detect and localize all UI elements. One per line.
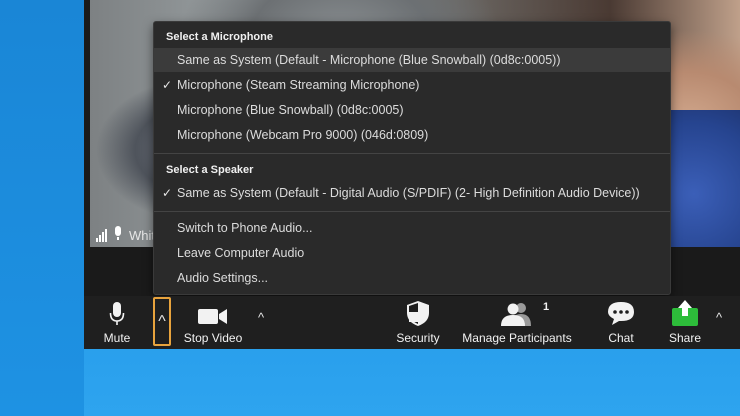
share-screen-icon bbox=[672, 296, 698, 326]
audio-options-menu: Select a Microphone Same as System (Defa… bbox=[153, 21, 671, 295]
menu-item-mic-same-as-system[interactable]: Same as System (Default - Microphone (Bl… bbox=[154, 48, 670, 72]
menu-item-label: Leave Computer Audio bbox=[177, 246, 305, 260]
video-options-caret-button[interactable]: ^ bbox=[258, 310, 264, 325]
checkmark-icon: ✓ bbox=[162, 78, 173, 92]
menu-divider bbox=[154, 153, 670, 154]
chat-label: Chat bbox=[608, 331, 634, 345]
menu-item-mic-blue-snowball[interactable]: Microphone (Blue Snowball) (0d8c:0005) bbox=[154, 98, 670, 122]
menu-item-audio-settings[interactable]: Audio Settings... bbox=[154, 266, 670, 290]
menu-item-leave-computer-audio[interactable]: Leave Computer Audio bbox=[154, 241, 670, 265]
manage-participants-button[interactable]: Manage Participants bbox=[461, 296, 573, 349]
desktop-background bbox=[0, 0, 84, 416]
menu-divider bbox=[154, 211, 670, 212]
menu-item-label: Same as System (Default - Microphone (Bl… bbox=[177, 53, 561, 67]
share-options-caret-button[interactable]: ^ bbox=[716, 310, 722, 325]
menu-item-label: Microphone (Steam Streaming Microphone) bbox=[177, 78, 420, 92]
checkmark-icon: ✓ bbox=[162, 186, 173, 200]
speaker-section-header: Select a Speaker bbox=[166, 164, 254, 176]
mute-button[interactable]: Mute bbox=[98, 296, 136, 349]
menu-item-switch-to-phone-audio[interactable]: Switch to Phone Audio... bbox=[154, 216, 670, 240]
menu-item-label: Audio Settings... bbox=[177, 271, 269, 285]
menu-item-label: Microphone (Blue Snowball) (0d8c:0005) bbox=[177, 103, 404, 117]
mic-status-icon bbox=[113, 226, 123, 244]
menu-item-label: Switch to Phone Audio... bbox=[177, 221, 313, 235]
video-camera-icon bbox=[198, 296, 228, 326]
chat-bubble-icon bbox=[607, 296, 635, 326]
microphone-icon bbox=[109, 296, 125, 326]
microphone-section-header: Select a Microphone bbox=[166, 31, 273, 43]
participant-count-badge: 1 bbox=[543, 301, 550, 313]
share-screen-button[interactable]: Share bbox=[666, 296, 704, 349]
share-label: Share bbox=[668, 331, 702, 345]
mute-label: Mute bbox=[103, 331, 131, 345]
participants-icon bbox=[501, 296, 533, 326]
chat-button[interactable]: Chat bbox=[604, 296, 638, 349]
menu-item-label: Microphone (Webcam Pro 9000) (046d:0809) bbox=[177, 128, 429, 142]
signal-strength-icon bbox=[96, 228, 107, 242]
security-button[interactable]: Security bbox=[395, 296, 441, 349]
security-label: Security bbox=[396, 331, 440, 345]
menu-item-mic-steam-streaming[interactable]: ✓ Microphone (Steam Streaming Microphone… bbox=[154, 73, 670, 97]
stop-video-button[interactable]: Stop Video bbox=[180, 296, 246, 349]
caret-up-icon: ^ bbox=[158, 312, 166, 330]
menu-item-label: Same as System (Default - Digital Audio … bbox=[177, 186, 640, 200]
meeting-toolbar: Mute ^ Stop Video ^ Security Manage Part… bbox=[84, 296, 740, 349]
shield-icon bbox=[407, 296, 429, 326]
manage-participants-label: Manage Participants bbox=[462, 331, 572, 345]
audio-options-caret-button[interactable]: ^ bbox=[153, 297, 171, 346]
menu-item-speaker-same-as-system[interactable]: ✓ Same as System (Default - Digital Audi… bbox=[154, 181, 670, 205]
menu-item-mic-webcam-pro[interactable]: Microphone (Webcam Pro 9000) (046d:0809) bbox=[154, 123, 670, 147]
stop-video-label: Stop Video bbox=[183, 331, 243, 345]
